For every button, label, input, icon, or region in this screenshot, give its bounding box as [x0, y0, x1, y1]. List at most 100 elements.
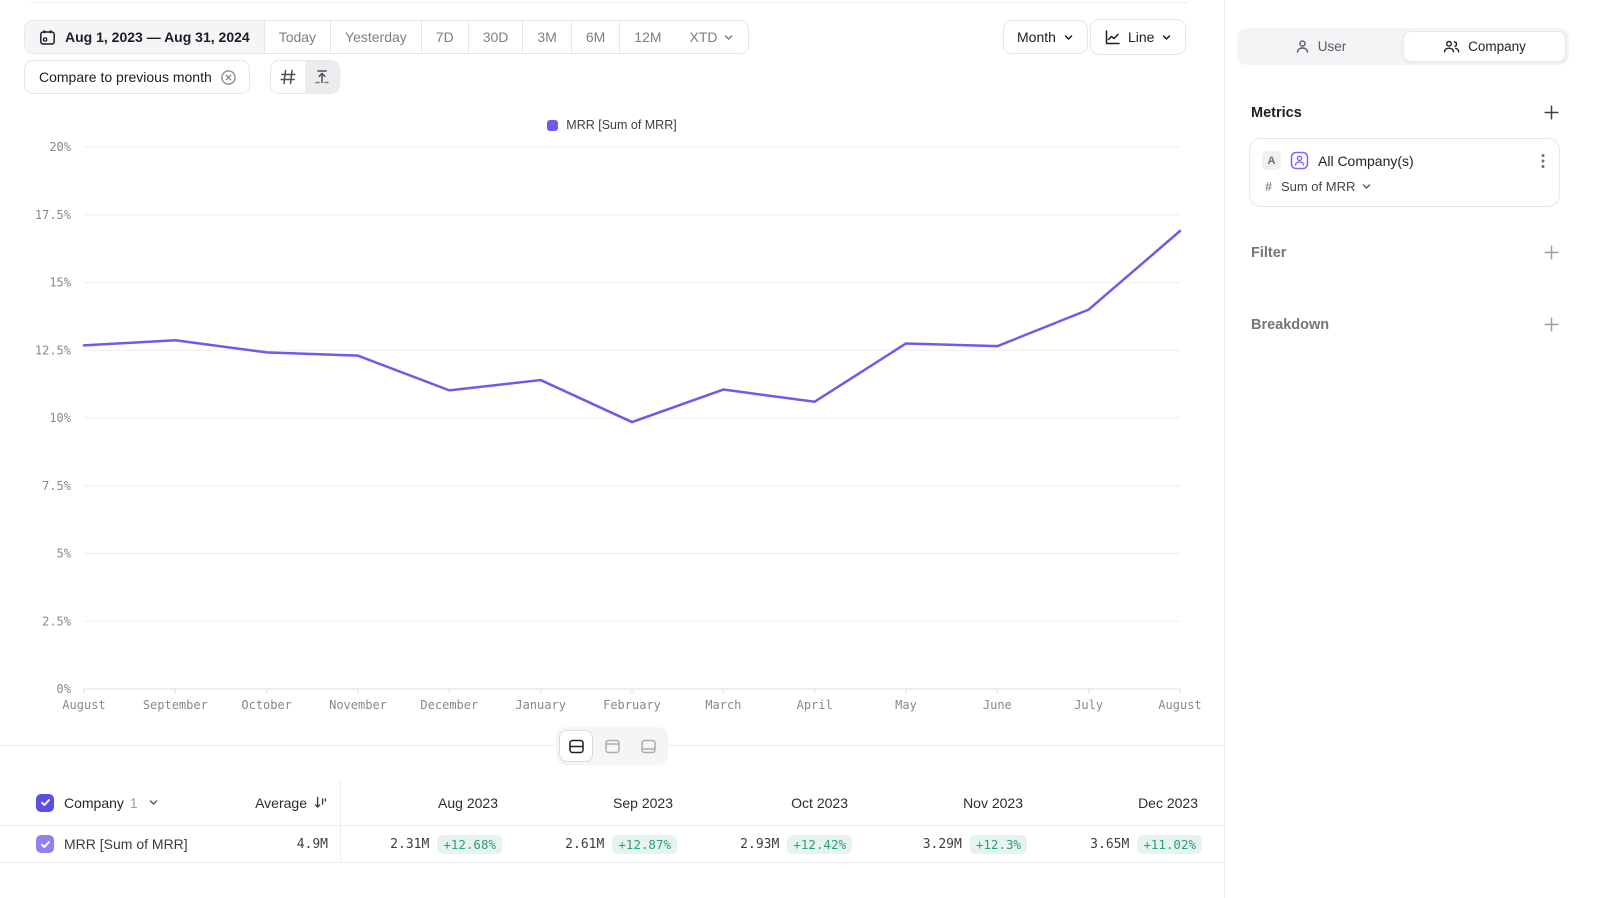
compare-pill[interactable]: Compare to previous month	[24, 60, 250, 94]
check-icon	[40, 797, 51, 808]
gridlines-toggle-button[interactable]	[271, 61, 305, 93]
chevron-down-icon	[1063, 32, 1074, 43]
metric-value-cell: 3.65M+11.02%	[1041, 835, 1216, 854]
metric-value-cell: 2.31M+12.68%	[341, 835, 516, 854]
add-metric-icon[interactable]	[1543, 104, 1560, 121]
column-header[interactable]: Aug 2023	[341, 795, 516, 811]
metric-name: All Company(s)	[1318, 153, 1532, 169]
range-button-yesterday[interactable]: Yesterday	[331, 21, 422, 53]
x-tick-label: February	[603, 698, 661, 712]
range-buttons: TodayYesterday7D30D3M6M12M	[265, 21, 676, 53]
x-tick-label: November	[329, 698, 387, 712]
range-button-6m[interactable]: 6M	[572, 21, 620, 53]
average-column-header[interactable]: Average	[255, 795, 307, 811]
metrics-title: Metrics	[1251, 105, 1302, 121]
x-tick-label: April	[797, 698, 833, 712]
mrr-series-line	[84, 231, 1180, 422]
table-row[interactable]: MRR [Sum of MRR] 4.9M 2.31M+12.68%2.61M+…	[0, 826, 1224, 863]
compare-label: Compare to previous month	[39, 69, 212, 85]
delta-badge: +12.87%	[612, 835, 677, 854]
layout-bottom-icon	[640, 738, 657, 755]
range-button-30d[interactable]: 30D	[469, 21, 524, 53]
grid-icon	[280, 69, 296, 85]
x-tick-label: August	[1158, 698, 1201, 712]
column-header[interactable]: Oct 2023	[691, 795, 866, 811]
range-button-3m[interactable]: 3M	[523, 21, 571, 53]
legend-item[interactable]: MRR [Sum of MRR]	[547, 118, 676, 132]
add-breakdown-icon[interactable]	[1543, 316, 1560, 333]
delta-badge: +11.02%	[1137, 835, 1202, 854]
add-filter-icon[interactable]	[1543, 244, 1560, 261]
table-row-cells: 2.31M+12.68% 2.61M +12.87% 2.93M +12.42% 3.29…	[341, 835, 1224, 854]
metric-value-cell: 2.61M +12.87%	[516, 835, 691, 854]
delta-badge: +12.42%	[787, 835, 852, 854]
filter-section-header: Filter	[1251, 244, 1560, 261]
metrics-section-header: Metrics	[1251, 104, 1560, 121]
date-range-button[interactable]: Aug 1, 2023 — Aug 31, 2024	[25, 21, 265, 53]
layout-split-icon	[568, 738, 585, 755]
select-all-checkbox[interactable]	[36, 794, 54, 812]
aggregation-dropdown[interactable]: Sum of MRR	[1281, 179, 1372, 194]
table-month-headers: Aug 2023Sep 2023Oct 2023Nov 2023Dec 2023	[341, 795, 1224, 811]
cell-value: 3.29M	[923, 837, 962, 852]
chart-legend: MRR [Sum of MRR]	[0, 118, 1224, 132]
remove-compare-icon[interactable]	[220, 69, 237, 86]
column-header[interactable]: Dec 2023	[1041, 795, 1216, 811]
column-header[interactable]: Nov 2023	[866, 795, 1041, 811]
group-column-header[interactable]: Company	[64, 795, 124, 811]
delta-badge: +12.3%	[970, 835, 1027, 854]
check-icon	[40, 839, 51, 850]
y-tick-label: 0%	[57, 682, 72, 696]
range-button-7d[interactable]: 7D	[422, 21, 469, 53]
line-chart-icon	[1104, 29, 1121, 46]
toggle-user-label: User	[1318, 39, 1347, 54]
toggle-company[interactable]: Company	[1403, 31, 1566, 62]
top-divider	[30, 2, 1188, 3]
entity-toggle: User Company	[1237, 28, 1569, 65]
group-count: 1	[130, 795, 138, 811]
row-checkbox[interactable]	[36, 835, 54, 853]
breakdown-section-header: Breakdown	[1251, 316, 1560, 333]
toggle-user[interactable]: User	[1240, 31, 1401, 62]
date-range-bar: Aug 1, 2023 — Aug 31, 2024 TodayYesterda…	[24, 20, 749, 54]
y-tick-label: 17.5%	[35, 208, 72, 222]
chart-option-toggles	[270, 60, 340, 94]
arrow-up-to-line-icon	[314, 69, 330, 85]
chevron-down-icon[interactable]	[148, 797, 159, 808]
layout-table-only-button[interactable]	[631, 730, 665, 762]
x-tick-label: May	[895, 698, 917, 712]
cell-value: 2.61M	[565, 837, 604, 852]
range-button-xtd[interactable]: XTD	[676, 21, 748, 53]
mrr-line-chart[interactable]: 0%2.5%5%7.5%10%12.5%15%17.5%20%AugustSep…	[0, 140, 1224, 730]
company-entity-icon	[1290, 151, 1309, 170]
y-tick-label: 20%	[49, 140, 71, 154]
date-range-label: Aug 1, 2023 — Aug 31, 2024	[65, 29, 250, 45]
layout-split-button[interactable]	[559, 730, 593, 762]
y-tick-label: 7.5%	[42, 479, 72, 493]
x-tick-label: September	[143, 698, 208, 712]
goal-line-toggle-button[interactable]	[305, 61, 339, 93]
delta-badge: +12.68%	[437, 835, 502, 854]
cell-value: 2.93M	[740, 837, 779, 852]
y-tick-label: 2.5%	[42, 614, 72, 628]
y-tick-label: 15%	[49, 276, 71, 290]
chevron-down-icon	[723, 32, 734, 43]
x-tick-label: August	[62, 698, 105, 712]
kebab-menu-icon[interactable]	[1541, 153, 1545, 169]
chart-type-dropdown[interactable]: Line	[1090, 19, 1186, 55]
x-tick-label: June	[983, 698, 1012, 712]
column-header[interactable]: Sep 2023	[516, 795, 691, 811]
layout-chart-only-button[interactable]	[595, 730, 629, 762]
range-button-12m[interactable]: 12M	[620, 21, 675, 53]
chevron-down-icon	[1361, 181, 1372, 192]
number-type-icon: #	[1265, 180, 1272, 194]
range-button-today[interactable]: Today	[265, 21, 331, 53]
sort-icon[interactable]	[313, 795, 328, 810]
metric-card[interactable]: A All Company(s) # Sum of MRR	[1249, 138, 1560, 207]
company-users-icon	[1443, 39, 1460, 54]
granularity-dropdown[interactable]: Month	[1003, 20, 1088, 54]
y-tick-label: 10%	[49, 411, 71, 425]
x-tick-label: October	[241, 698, 292, 712]
x-tick-label: December	[420, 698, 478, 712]
breakdown-table: Company 1 Average Aug 2023Sep 2023Oct 20…	[0, 780, 1224, 863]
